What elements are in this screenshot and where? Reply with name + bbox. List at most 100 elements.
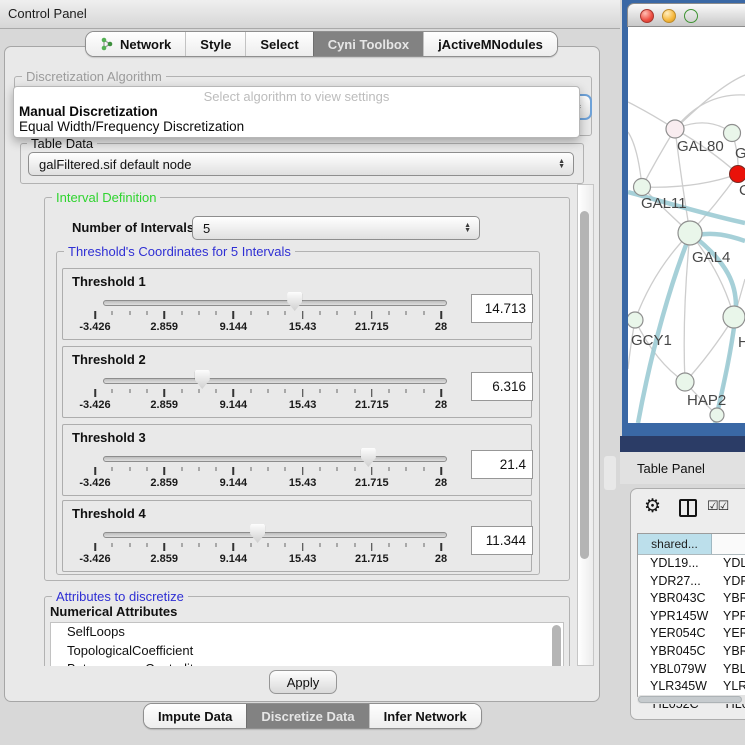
tab-network[interactable]: Network <box>86 32 185 56</box>
panel-splitter[interactable] <box>604 456 616 490</box>
cell-shared-name[interactable]: YER054C <box>638 625 711 643</box>
minor-tick <box>406 389 407 393</box>
node-right-h[interactable] <box>723 306 745 328</box>
threshold-3-slider-track[interactable] <box>103 456 447 462</box>
cell-shared-name[interactable]: YDR27... <box>638 573 711 591</box>
minor-tick <box>406 467 407 471</box>
threshold-4-value-field[interactable]: 11.344 <box>471 526 533 555</box>
columns-icon[interactable] <box>679 499 697 517</box>
zoom-traffic-light-icon[interactable] <box>684 9 698 23</box>
threshold-3-slider-thumb[interactable] <box>361 448 376 467</box>
checkboxes-icon[interactable]: ☑☑ <box>707 498 728 514</box>
cell-name[interactable]: YDL1 <box>711 555 745 573</box>
cell-name[interactable]: YBL0 <box>711 661 745 679</box>
node-gal11[interactable] <box>634 179 651 196</box>
apply-button[interactable]: Apply <box>269 670 337 694</box>
minimize-traffic-light-icon[interactable] <box>662 9 676 23</box>
minor-tick <box>181 311 182 315</box>
table-row[interactable]: YBL079WYBL0 <box>638 661 745 679</box>
table-horizontal-scrollbar[interactable] <box>637 695 745 704</box>
tab-select[interactable]: Select <box>245 32 312 56</box>
tab-cyni-toolbox[interactable]: Cyni Toolbox <box>313 32 423 56</box>
node-gcy1[interactable] <box>628 312 643 328</box>
cell-shared-name[interactable]: YBR043C <box>638 590 711 608</box>
tick-label: 28 <box>435 477 447 489</box>
tab-discretize-data[interactable]: Discretize Data <box>246 704 368 728</box>
number-of-intervals-combobox[interactable]: 5 ▲▼ <box>192 216 480 240</box>
minor-tick <box>337 311 338 315</box>
panel-scrollbar[interactable] <box>577 184 594 666</box>
tab-jactivemnodules[interactable]: jActiveMNodules <box>423 32 557 56</box>
tab-label: jActiveMNodules <box>438 37 543 52</box>
minor-tick <box>198 543 199 547</box>
cell-name[interactable]: YDR2 <box>711 573 745 591</box>
table-panel-titlebar: Table Panel <box>620 452 745 484</box>
tab-infer-network[interactable]: Infer Network <box>369 704 481 728</box>
column-header-name[interactable]: na <box>712 534 745 554</box>
network-view-window[interactable]: GAL80 GA C GAL11 GAL4 GCY1 H HAP2 <box>622 0 745 437</box>
tick-label: -3.426 <box>79 399 110 411</box>
table-row[interactable]: YBR043CYBR0 <box>638 590 745 608</box>
cell-shared-name[interactable]: YBR045C <box>638 643 711 661</box>
threshold-2-box: Threshold 2 -3.4262.8599.14415.4321.7152… <box>62 346 532 418</box>
node-hap2[interactable] <box>676 373 694 391</box>
table-data-combobox[interactable]: galFiltered.sif default node ▲▼ <box>28 152 574 176</box>
node-red-selected[interactable] <box>730 166 745 183</box>
node-top-right[interactable] <box>724 125 741 142</box>
tab-style[interactable]: Style <box>185 32 245 56</box>
cell-shared-name[interactable]: YLR345W <box>638 678 711 696</box>
threshold-1-slider-track[interactable] <box>103 300 447 306</box>
node-gal80[interactable] <box>666 120 684 138</box>
network-window-titlebar[interactable] <box>627 3 745 27</box>
column-header-shared-name[interactable]: shared... <box>638 534 712 554</box>
cell-shared-name[interactable]: YDL19... <box>638 555 711 573</box>
popup-option-manual[interactable]: Manual Discretization <box>14 104 579 119</box>
attribute-list-item[interactable]: BetweennessCentrality <box>51 660 563 666</box>
network-canvas[interactable]: GAL80 GA C GAL11 GAL4 GCY1 H HAP2 <box>628 27 745 423</box>
cell-name[interactable]: YER0 <box>711 625 745 643</box>
minor-tick <box>216 311 217 315</box>
minor-tick <box>285 543 286 547</box>
table-row[interactable]: YDL19...YDL1 <box>638 555 745 573</box>
threshold-2-value-field[interactable]: 6.316 <box>471 372 533 401</box>
cell-name[interactable]: YLR3 <box>711 678 745 696</box>
panel-scrollbar-thumb[interactable] <box>580 211 589 559</box>
tick-label: -3.426 <box>79 321 110 333</box>
number-of-intervals-label: Number of Intervals <box>72 220 194 235</box>
cell-shared-name[interactable]: YBL079W <box>638 661 711 679</box>
tab-impute-data[interactable]: Impute Data <box>144 704 246 728</box>
network-window-bottom-edge <box>620 436 745 452</box>
gear-icon[interactable]: ⚙ <box>644 495 661 518</box>
threshold-3-label: Threshold 3 <box>72 430 146 445</box>
cell-shared-name[interactable]: YPR145W <box>638 608 711 626</box>
table-hscrollbar-thumb[interactable] <box>638 696 742 703</box>
node-bottom-partial[interactable] <box>710 408 724 422</box>
minor-tick <box>354 311 355 315</box>
popup-option-equal-width[interactable]: Equal Width/Frequency Discretization <box>14 119 579 134</box>
threshold-2-slider-thumb[interactable] <box>195 370 210 389</box>
threshold-1-slider-thumb[interactable] <box>287 292 302 311</box>
table-row[interactable]: YLR345WYLR3 <box>638 678 745 696</box>
attribute-list-item[interactable]: SelfLoops <box>51 623 563 642</box>
cell-name[interactable]: YBR0 <box>711 643 745 661</box>
table-row[interactable]: YBR045CYBR0 <box>638 643 745 661</box>
minor-tick <box>146 543 147 547</box>
threshold-1-value-field[interactable]: 14.713 <box>471 294 533 323</box>
popup-prompt-item[interactable]: Select algorithm to view settings <box>14 89 579 104</box>
node-gal4[interactable] <box>678 221 702 245</box>
node-table[interactable]: shared... na YDL19...YDL1YDR27...YDR2YBR… <box>637 533 745 697</box>
major-tick <box>94 467 96 475</box>
table-row[interactable]: YER054CYER0 <box>638 625 745 643</box>
list-scrollbar-thumb[interactable] <box>552 625 561 666</box>
threshold-2-slider-track[interactable] <box>103 378 447 384</box>
cell-name[interactable]: YBR0 <box>711 590 745 608</box>
table-row[interactable]: YPR145WYPR1 <box>638 608 745 626</box>
table-row[interactable]: YDR27...YDR2 <box>638 573 745 591</box>
cell-name[interactable]: YPR1 <box>711 608 745 626</box>
attribute-list-item[interactable]: TopologicalCoefficient <box>51 642 563 661</box>
threshold-4-slider-thumb[interactable] <box>250 524 265 543</box>
close-traffic-light-icon[interactable] <box>640 9 654 23</box>
threshold-3-value-field[interactable]: 21.4 <box>471 450 533 479</box>
threshold-4-slider-track[interactable] <box>103 532 447 538</box>
numerical-attributes-list[interactable]: SelfLoopsTopologicalCoefficientBetweenne… <box>50 622 564 666</box>
